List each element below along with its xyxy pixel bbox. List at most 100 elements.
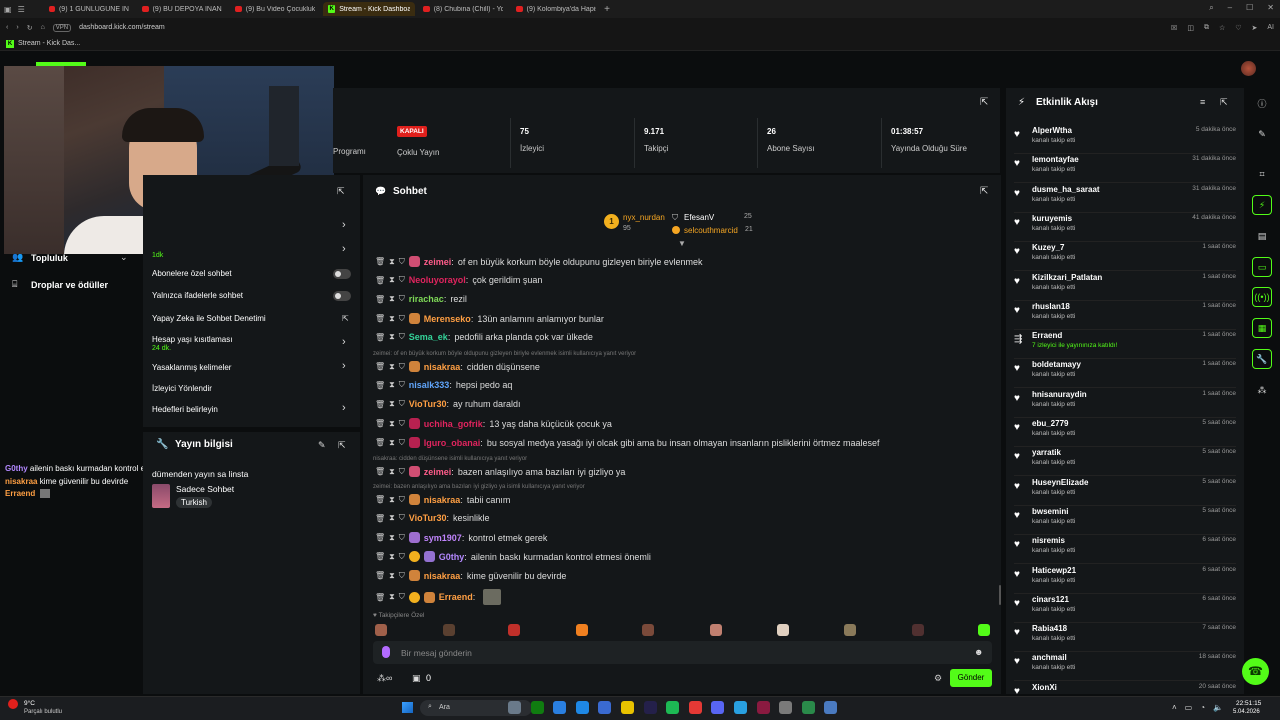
chat-username[interactable]: VioTur30 bbox=[409, 399, 447, 409]
delete-message-icon[interactable]: 🗑 bbox=[375, 276, 385, 285]
workspaces-icon[interactable]: ▣ bbox=[4, 5, 12, 14]
follower-emote[interactable] bbox=[375, 624, 387, 636]
activity-item[interactable]: ♥ Haticewp21 kanalı takip etti 6 saat önce bbox=[1014, 566, 1236, 594]
timeout-icon[interactable]: ⧗ bbox=[389, 513, 395, 523]
favorites-heart-icon[interactable]: ♡ bbox=[1235, 24, 1241, 32]
ban-shield-icon[interactable]: ⛉ bbox=[399, 257, 405, 267]
chat-username[interactable]: Erraend bbox=[439, 592, 473, 602]
chevron-down-icon[interactable]: ⌄ bbox=[120, 252, 128, 263]
chat-message[interactable]: 🗑 ⧗ ⛉ zeimei: of en büyük korkum böyle oldup… bbox=[375, 256, 702, 267]
browser-tab[interactable]: (9) Bu Video Çocukluk Tra bbox=[230, 2, 320, 16]
activity-item[interactable]: ♥ anchmail kanalı takip etti 18 saat önce bbox=[1014, 653, 1236, 682]
follower-emote[interactable] bbox=[710, 624, 722, 636]
follower-emote[interactable] bbox=[576, 624, 588, 636]
delete-message-icon[interactable]: 🗑 bbox=[375, 314, 385, 323]
bookmark-item[interactable]: Stream - Kick Das... bbox=[18, 40, 80, 47]
activity-username[interactable]: boldetamayy bbox=[1032, 360, 1081, 369]
ban-shield-icon[interactable]: ⛉ bbox=[399, 399, 405, 409]
ban-shield-icon[interactable]: ⛉ bbox=[399, 495, 405, 505]
filter-icon[interactable]: ≡ bbox=[1200, 97, 1205, 107]
broadcast-icon[interactable]: ((•)) bbox=[1252, 287, 1272, 307]
activity-username[interactable]: yarratik bbox=[1032, 448, 1061, 457]
follower-emote[interactable] bbox=[844, 624, 856, 636]
taskbar-app-icon[interactable] bbox=[643, 701, 657, 714]
chat-username[interactable]: nisakraa bbox=[424, 362, 461, 372]
ban-shield-icon[interactable]: ⛉ bbox=[399, 419, 405, 429]
stats-popout-icon[interactable]: ⇱ bbox=[980, 97, 988, 108]
timeout-icon[interactable]: ⧗ bbox=[389, 294, 395, 304]
chevron-right-icon[interactable]: › bbox=[342, 360, 346, 372]
chat-scrollbar[interactable] bbox=[999, 585, 1001, 605]
microphone-icon[interactable] bbox=[382, 646, 390, 658]
activity-username[interactable]: Kuzey_7 bbox=[1032, 243, 1064, 252]
follower-emote[interactable] bbox=[508, 624, 520, 636]
reply-context[interactable]: nisakraa: cidden düşünsene isimli kullan… bbox=[373, 456, 527, 462]
back-icon[interactable]: ‹ bbox=[6, 24, 8, 31]
chat-message[interactable]: 🗑 ⧗ ⛉ Sema_ek: pedofili arka planda çok var … bbox=[375, 332, 593, 342]
activity-username[interactable]: cinars121 bbox=[1032, 595, 1069, 604]
chat-username[interactable]: nisakraa bbox=[424, 495, 461, 505]
taskbar-app-icon[interactable] bbox=[734, 701, 747, 714]
activity-username[interactable]: lemontayfae bbox=[1032, 155, 1079, 164]
activity-popout-icon[interactable]: ⇱ bbox=[1220, 97, 1228, 108]
chat-popout-icon[interactable]: ⇱ bbox=[980, 186, 988, 197]
chat-username[interactable]: zeimei bbox=[424, 467, 452, 477]
timeout-icon[interactable]: ⧗ bbox=[389, 275, 395, 285]
delete-message-icon[interactable]: 🗑 bbox=[375, 571, 385, 580]
setting-toggle[interactable] bbox=[333, 269, 351, 279]
delete-message-icon[interactable]: 🗑 bbox=[375, 400, 385, 409]
timeout-icon[interactable]: ⧗ bbox=[389, 592, 395, 602]
ban-shield-icon[interactable]: ⛉ bbox=[399, 314, 405, 324]
timeout-icon[interactable]: ⧗ bbox=[389, 552, 395, 562]
activity-item[interactable]: ♥ lemontayfae kanalı takip etti 31 dakika ö… bbox=[1014, 155, 1236, 184]
multistream-label[interactable]: Çoklu Yayın bbox=[397, 148, 439, 157]
stats-toggle-icon[interactable]: ▦ bbox=[1252, 318, 1272, 338]
activity-item[interactable]: ♥ kuruyemis kanalı takip etti 41 dakika önc… bbox=[1014, 214, 1236, 242]
timeout-icon[interactable]: ⧗ bbox=[389, 571, 395, 581]
delete-message-icon[interactable]: 🗑 bbox=[375, 257, 385, 266]
taskbar-app-icon[interactable] bbox=[575, 701, 589, 714]
activity-item[interactable]: ♥ rhuslan18 kanalı takip etti 1 saat önce bbox=[1014, 302, 1236, 330]
activity-item[interactable]: ♥ HuseynElizade kanalı takip etti 5 saat ön… bbox=[1014, 478, 1236, 506]
edit-pencil-icon[interactable]: ✎ bbox=[318, 440, 326, 451]
address-url[interactable]: dashboard.kick.com/stream bbox=[79, 24, 165, 31]
timeout-icon[interactable]: ⧗ bbox=[389, 362, 395, 372]
ban-shield-icon[interactable]: ⛉ bbox=[399, 438, 405, 448]
send-button[interactable]: Gönder bbox=[950, 669, 992, 687]
extension-icon[interactable]: ⧉ bbox=[1204, 24, 1209, 32]
activity-item[interactable]: ♥ AlperWtha kanalı takip etti 5 dakika önce bbox=[1014, 126, 1236, 154]
activity-item[interactable]: ♥ Rabia418 kanalı takip etti 7 saat önce bbox=[1014, 624, 1236, 653]
setting-toggle[interactable] bbox=[333, 291, 351, 301]
taskbar-app-icon[interactable] bbox=[756, 701, 770, 714]
volume-icon[interactable]: 🔈 bbox=[1213, 703, 1223, 712]
chat-message[interactable]: 🗑 ⧗ ⛉ nisakraa: kime güvenilir bu devirde bbox=[375, 570, 566, 581]
activity-item[interactable]: ♥ Kuzey_7 kanalı takip etti 1 saat önce bbox=[1014, 243, 1236, 272]
chat-username[interactable]: G0thy bbox=[439, 552, 465, 562]
tray-drive-icon[interactable]: ▭ bbox=[1185, 703, 1193, 712]
chat-message[interactable]: 🗑 ⧗ ⛉ nisalk333: hepsi pedo aq bbox=[375, 380, 512, 390]
ai-button[interactable]: AI bbox=[1267, 24, 1274, 32]
user-avatar[interactable] bbox=[1241, 61, 1256, 76]
chat-message[interactable]: 🗑 ⧗ ⛉ Merenseko:13ün anlamını anlamıyor bun… bbox=[375, 313, 604, 324]
timeout-icon[interactable]: ⧗ bbox=[389, 467, 395, 477]
sidebar-item-community[interactable]: Topluluk bbox=[31, 253, 68, 263]
chat-username[interactable]: Iguro_obanai bbox=[424, 438, 481, 448]
info-icon[interactable]: ⓘ bbox=[1252, 93, 1272, 113]
search-tabs-icon[interactable]: ⌕ bbox=[1209, 3, 1213, 13]
weather-temp[interactable]: 9°C bbox=[24, 700, 35, 707]
chat-message[interactable]: 🗑 ⧗ ⛉ Iguro_obanai: bu sosyal medya yasağı i… bbox=[375, 437, 880, 448]
timeout-icon[interactable]: ⧗ bbox=[389, 314, 395, 324]
taskbar-app-icon[interactable] bbox=[553, 701, 567, 714]
activity-item[interactable]: ♥ cinars121 kanalı takip etti 6 saat önce bbox=[1014, 595, 1236, 623]
chat-message[interactable]: 🗑 ⧗ ⛉ Neoluyorayol: çok gerildim şuan bbox=[375, 275, 542, 285]
delete-message-icon[interactable]: 🗑 bbox=[375, 333, 385, 342]
follower-emote[interactable] bbox=[912, 624, 924, 636]
activity-item[interactable]: ⇶ Erraend 7 izleyici ile yayınınıza katıld… bbox=[1014, 331, 1236, 360]
chat-message[interactable]: 🗑 ⧗ ⛉ VioTur30: ay ruhum daraldı bbox=[375, 399, 521, 409]
follower-emote[interactable] bbox=[642, 624, 654, 636]
ban-shield-icon[interactable]: ⛉ bbox=[399, 332, 405, 342]
timeout-icon[interactable]: ⧗ bbox=[389, 399, 395, 409]
activity-username[interactable]: nisremis bbox=[1032, 536, 1065, 545]
screenshot-icon[interactable]: ◫ bbox=[1187, 24, 1194, 32]
activity-item[interactable]: ♥ ebu_2779 kanalı takip etti 5 saat önce bbox=[1014, 419, 1236, 447]
